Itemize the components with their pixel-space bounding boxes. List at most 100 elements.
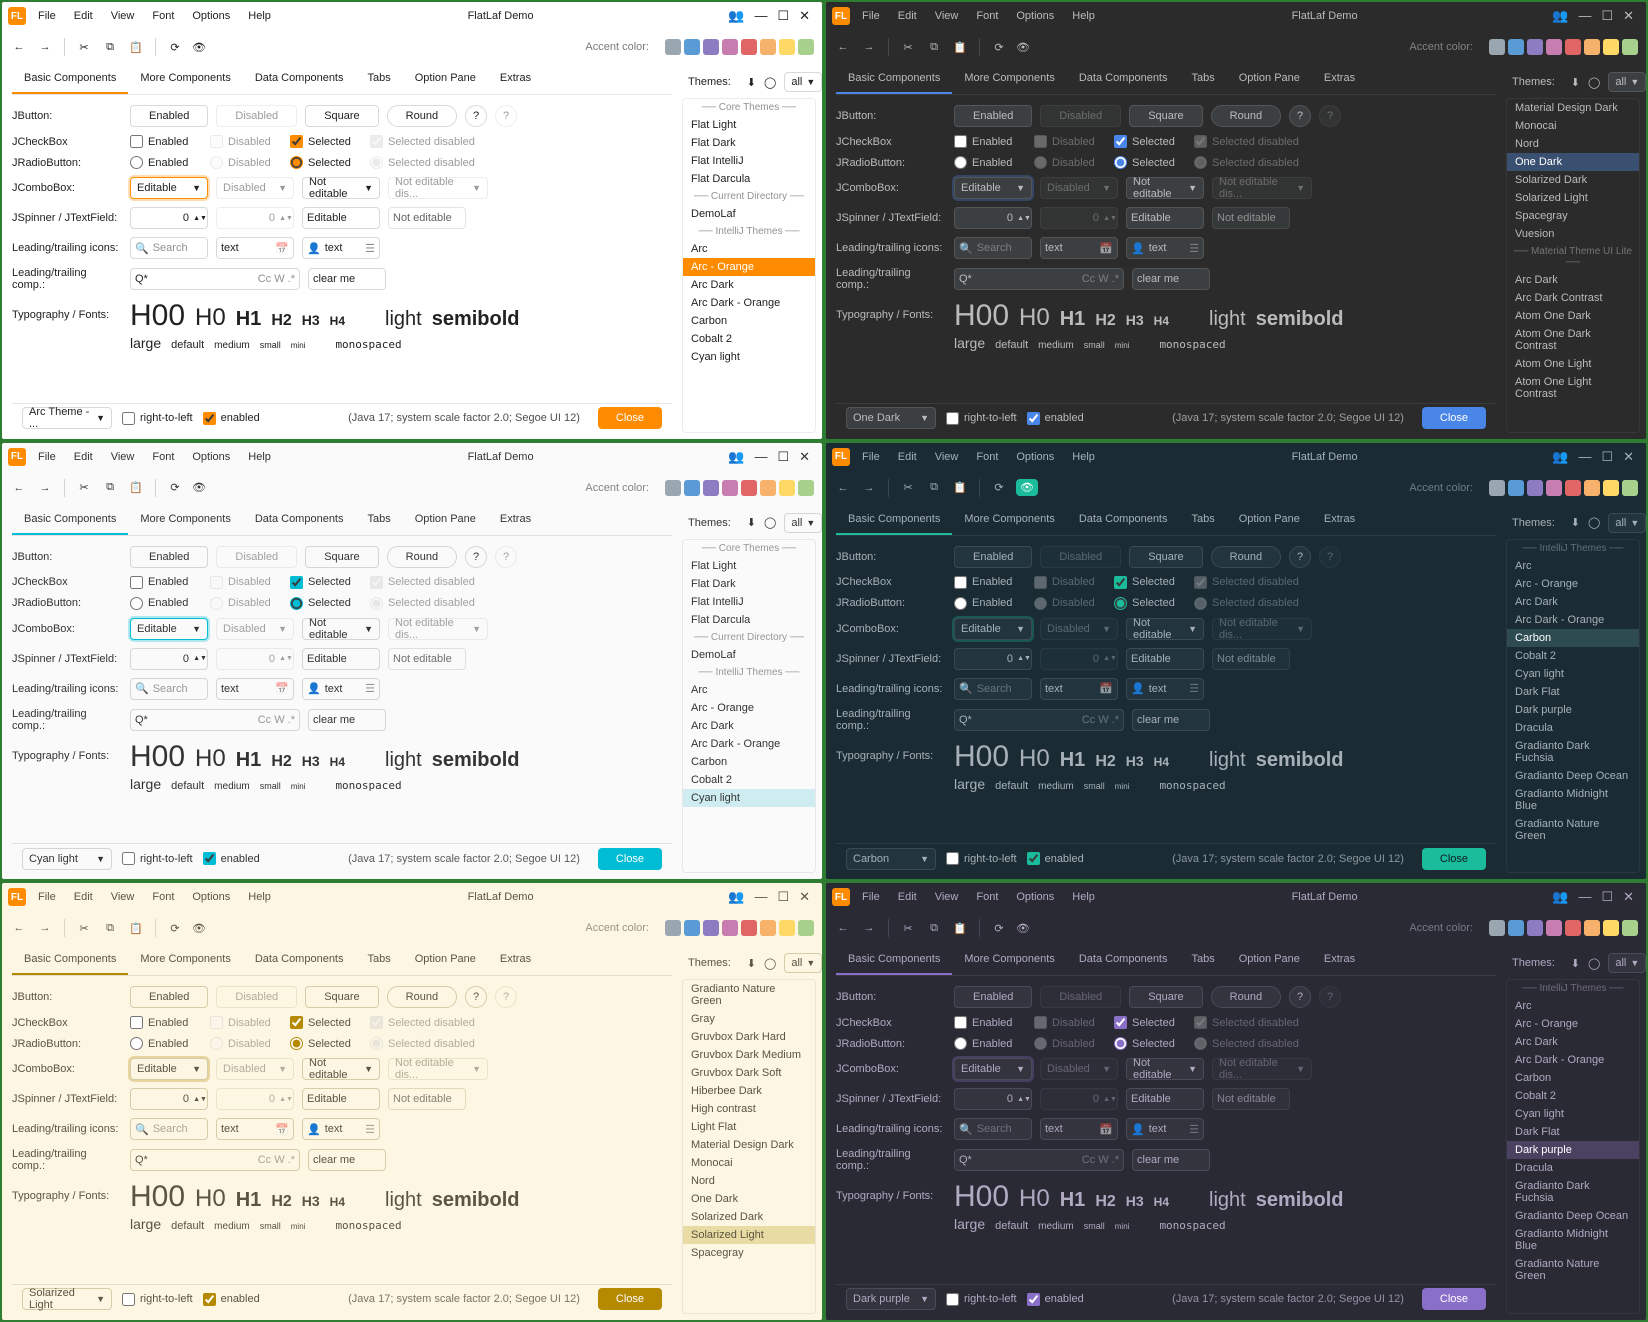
- menu-options[interactable]: Options: [184, 7, 238, 25]
- tab-0[interactable]: Basic Components: [12, 945, 128, 975]
- menu-help[interactable]: Help: [1064, 888, 1103, 906]
- accent-swatch-2[interactable]: [703, 480, 719, 496]
- tab-2[interactable]: Data Components: [243, 505, 356, 535]
- close-button[interactable]: Close: [598, 1288, 662, 1310]
- close-icon[interactable]: ✕: [799, 889, 810, 905]
- theme-selector[interactable]: Dark purple▼: [846, 1288, 936, 1310]
- accent-swatch-1[interactable]: [1508, 480, 1524, 496]
- menu-options[interactable]: Options: [1008, 448, 1062, 466]
- maximize-icon[interactable]: ☐: [777, 8, 789, 24]
- accent-swatch-2[interactable]: [1527, 39, 1543, 55]
- tab-0[interactable]: Basic Components: [836, 505, 952, 535]
- accent-swatch-7[interactable]: [1622, 920, 1638, 936]
- theme-item[interactable]: Dracula: [1507, 1159, 1639, 1177]
- copy-icon[interactable]: ⧉: [925, 481, 943, 494]
- menu-edit[interactable]: Edit: [66, 888, 101, 906]
- help-button[interactable]: ?: [465, 105, 487, 127]
- spinner-1[interactable]: 0▲▼: [130, 648, 208, 670]
- theme-item[interactable]: Nord: [1507, 135, 1639, 153]
- text-with-trail-1[interactable]: text📅: [1040, 1118, 1118, 1140]
- calendar-icon[interactable]: 📅: [1099, 242, 1113, 255]
- theme-item[interactable]: Material Design Dark: [683, 1136, 815, 1154]
- eye-icon[interactable]: 👁: [1016, 41, 1030, 54]
- menu-edit[interactable]: Edit: [890, 888, 925, 906]
- menu-edit[interactable]: Edit: [66, 448, 101, 466]
- spinner-1[interactable]: 0▲▼: [954, 648, 1032, 670]
- theme-item[interactable]: Cyan light: [683, 789, 815, 807]
- users-icon[interactable]: 👥: [1552, 8, 1568, 24]
- accent-swatch-4[interactable]: [741, 480, 757, 496]
- qstar-field[interactable]: Q*Cc W .*: [954, 1149, 1124, 1171]
- users-icon[interactable]: 👥: [1552, 889, 1568, 905]
- accent-swatch-0[interactable]: [1489, 480, 1505, 496]
- clearme-field[interactable]: clear me: [308, 1149, 386, 1171]
- menu-file[interactable]: File: [30, 448, 64, 466]
- radio-selected[interactable]: Selected: [290, 597, 362, 610]
- theme-item[interactable]: Gradianto Deep Ocean: [1507, 767, 1639, 785]
- close-icon[interactable]: ✕: [799, 449, 810, 465]
- enabled-checkbox[interactable]: enabled: [1027, 1293, 1084, 1306]
- menu-view[interactable]: View: [103, 448, 143, 466]
- refresh-icon[interactable]: ⟳: [990, 922, 1008, 935]
- theme-item[interactable]: Gray: [683, 1010, 815, 1028]
- theme-item[interactable]: Flat Darcula: [683, 170, 815, 188]
- accent-swatch-7[interactable]: [1622, 480, 1638, 496]
- refresh-icon[interactable]: ⟳: [990, 41, 1008, 54]
- accent-swatch-5[interactable]: [1584, 480, 1600, 496]
- theme-item[interactable]: Arc - Orange: [1507, 575, 1639, 593]
- accent-swatch-7[interactable]: [798, 920, 814, 936]
- theme-list[interactable]: Gradianto Nature GreenGrayGruvbox Dark H…: [682, 979, 816, 1314]
- enabled-checkbox[interactable]: enabled: [203, 412, 260, 425]
- back-icon[interactable]: ←: [834, 482, 852, 494]
- clearme-field[interactable]: clear me: [1132, 268, 1210, 290]
- theme-item[interactable]: Gradianto Dark Fuchsia: [1507, 737, 1639, 767]
- accent-swatch-3[interactable]: [722, 920, 738, 936]
- accent-swatch-5[interactable]: [760, 39, 776, 55]
- text-with-trail-2[interactable]: 👤 text☰: [302, 678, 380, 700]
- refresh-icon[interactable]: ⟳: [166, 922, 184, 935]
- github-icon[interactable]: ◯: [1588, 76, 1600, 89]
- minimize-icon[interactable]: —: [1578, 8, 1591, 24]
- minimize-icon[interactable]: —: [1578, 449, 1591, 465]
- square-button[interactable]: Square: [1129, 105, 1202, 127]
- textfield-editable[interactable]: Editable: [1126, 1088, 1204, 1110]
- forward-icon[interactable]: →: [36, 41, 54, 53]
- text-with-trail-2[interactable]: 👤 text☰: [1126, 1118, 1204, 1140]
- theme-item[interactable]: Gruvbox Dark Medium: [683, 1046, 815, 1064]
- text-with-trail-2[interactable]: 👤 text☰: [1126, 237, 1204, 259]
- menu-help[interactable]: Help: [240, 7, 279, 25]
- search-field[interactable]: 🔍Search: [130, 678, 208, 700]
- maximize-icon[interactable]: ☐: [1601, 8, 1613, 24]
- spinner-1[interactable]: 0▲▼: [954, 207, 1032, 229]
- menu-font[interactable]: Font: [144, 448, 182, 466]
- filter-select[interactable]: all ▼: [1608, 72, 1646, 92]
- accent-swatch-0[interactable]: [1489, 39, 1505, 55]
- theme-item[interactable]: Cobalt 2: [683, 330, 815, 348]
- round-button[interactable]: Round: [1211, 986, 1281, 1008]
- enabled-checkbox[interactable]: enabled: [1027, 412, 1084, 425]
- help-button[interactable]: ?: [1289, 986, 1311, 1008]
- accent-swatch-0[interactable]: [665, 920, 681, 936]
- search-field[interactable]: 🔍Search: [130, 237, 208, 259]
- radio-enabled[interactable]: Enabled: [954, 1037, 1026, 1050]
- refresh-icon[interactable]: ⟳: [166, 41, 184, 54]
- qstar-field[interactable]: Q*Cc W .*: [130, 709, 300, 731]
- theme-item[interactable]: Light Flat: [683, 1118, 815, 1136]
- spinner-1[interactable]: 0▲▼: [954, 1088, 1032, 1110]
- menu-file[interactable]: File: [854, 7, 888, 25]
- menu-edit[interactable]: Edit: [890, 7, 925, 25]
- tab-3[interactable]: Tabs: [356, 945, 403, 975]
- accent-swatch-6[interactable]: [1603, 39, 1619, 55]
- textfield-editable[interactable]: Editable: [302, 207, 380, 229]
- checkbox-enabled[interactable]: Enabled: [130, 135, 202, 148]
- accent-swatch-6[interactable]: [779, 920, 795, 936]
- close-icon[interactable]: ✕: [1623, 889, 1634, 905]
- menu-help[interactable]: Help: [1064, 7, 1103, 25]
- theme-item[interactable]: DemoLaf: [683, 205, 815, 223]
- accent-swatch-2[interactable]: [703, 39, 719, 55]
- tab-5[interactable]: Extras: [1312, 505, 1367, 535]
- theme-item[interactable]: Arc Dark - Orange: [1507, 611, 1639, 629]
- accent-swatch-5[interactable]: [760, 480, 776, 496]
- help-button[interactable]: ?: [465, 986, 487, 1008]
- tab-4[interactable]: Option Pane: [1227, 945, 1312, 975]
